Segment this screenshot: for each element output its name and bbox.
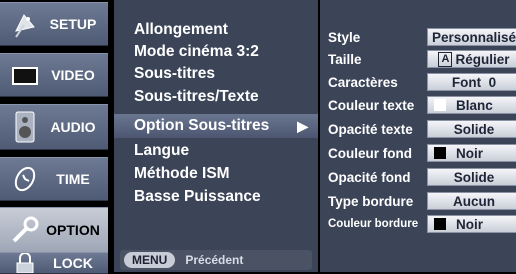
- wrench-icon: [8, 213, 42, 247]
- option-label: Type bordure: [328, 193, 414, 209]
- size-value-box[interactable]: A Régulier: [427, 50, 516, 68]
- option-label: Couleur bordure: [328, 218, 419, 230]
- speaker-icon: [8, 110, 42, 144]
- option-label: Couleur fond: [328, 145, 412, 161]
- sidebar-item-video[interactable]: VIDEO: [0, 53, 108, 97]
- text-color-value-box[interactable]: Blanc: [427, 96, 516, 114]
- clock-icon: [8, 162, 42, 196]
- sidebar: SETUP VIDEO AUDIO TIME OPTION LOCK: [0, 0, 112, 274]
- menu-item-label: Option Sous-titres: [134, 117, 270, 134]
- color-swatch: [434, 99, 446, 111]
- subtitle-options-panel: Style Personnalisé Taille A Régulier Car…: [320, 0, 516, 272]
- option-label: Style: [328, 29, 361, 45]
- sidebar-item-label: TIME: [56, 171, 90, 187]
- background-opacity-value-box[interactable]: Solide: [427, 168, 516, 186]
- border-color-value-box[interactable]: Noir: [427, 215, 516, 233]
- option-menu-panel: Allongement Mode cinéma 3:2 Sous-titres …: [114, 0, 318, 272]
- sidebar-item-lock[interactable]: LOCK: [0, 252, 108, 274]
- menu-button[interactable]: MENU: [124, 252, 176, 268]
- option-label: Couleur texte: [328, 97, 415, 113]
- sidebar-item-label: LOCK: [53, 255, 93, 271]
- border-color-value: Noir: [456, 216, 483, 232]
- text-color-value: Blanc: [456, 97, 493, 113]
- option-row-couleur-texte: Couleur texte Blanc: [320, 94, 516, 116]
- satellite-dish-icon: [8, 7, 42, 41]
- option-label: Taille: [328, 51, 362, 67]
- option-row-opacite-texte: Opacité texte Solide: [320, 118, 516, 140]
- tv-screen-icon: [8, 58, 42, 92]
- sidebar-item-label: SETUP: [49, 16, 97, 32]
- sidebar-item-time[interactable]: TIME: [0, 157, 108, 201]
- option-row-opacite-fond: Opacité fond Solide: [320, 166, 516, 188]
- sidebar-item-label: VIDEO: [51, 67, 95, 83]
- menu-item-methode-ism[interactable]: Méthode ISM: [114, 162, 318, 186]
- text-size-icon: A: [438, 51, 453, 67]
- footer-hint: MENU Précédent: [120, 250, 312, 270]
- menu-item-allongement[interactable]: Allongement: [114, 18, 318, 42]
- option-row-taille: Taille A Régulier: [320, 48, 516, 70]
- size-value: Régulier: [455, 51, 510, 67]
- border-type-value-box[interactable]: Aucun: [427, 192, 516, 210]
- option-label: Caractères: [328, 74, 398, 90]
- background-color-value-box[interactable]: Noir: [427, 144, 516, 162]
- menu-item-mode-cinema[interactable]: Mode cinéma 3:2: [114, 40, 318, 64]
- option-row-couleur-bordure: Couleur bordure Noir: [320, 213, 516, 235]
- sidebar-item-option[interactable]: OPTION: [0, 207, 108, 253]
- option-label: Opacité texte: [328, 121, 413, 137]
- menu-item-basse-puissance[interactable]: Basse Puissance: [114, 185, 318, 209]
- padlock-icon: [8, 253, 42, 273]
- option-row-caracteres: Caractères Font 0: [320, 71, 516, 93]
- color-swatch: [434, 147, 446, 159]
- option-row-couleur-fond: Couleur fond Noir: [320, 142, 516, 164]
- menu-item-langue[interactable]: Langue: [114, 139, 318, 163]
- option-label: Opacité fond: [328, 169, 411, 185]
- color-swatch: [434, 218, 446, 230]
- back-hint-label: Précédent: [185, 253, 244, 267]
- style-value-box[interactable]: Personnalisé: [427, 28, 516, 46]
- menu-item-sous-titres-texte[interactable]: Sous-titres/Texte: [114, 85, 318, 109]
- sidebar-item-audio[interactable]: AUDIO: [0, 104, 108, 150]
- sidebar-item-label: AUDIO: [50, 119, 96, 135]
- option-row-style: Style Personnalisé: [320, 26, 516, 48]
- text-opacity-value-box[interactable]: Solide: [427, 120, 516, 138]
- menu-item-sous-titres[interactable]: Sous-titres: [114, 62, 318, 86]
- sidebar-item-setup[interactable]: SETUP: [0, 2, 108, 46]
- chevron-right-icon: ▶: [297, 118, 308, 134]
- background-color-value: Noir: [456, 145, 483, 161]
- menu-item-option-sous-titres[interactable]: Option Sous-titres ▶: [114, 114, 318, 138]
- option-row-type-bordure: Type bordure Aucun: [320, 190, 516, 212]
- font-value-box[interactable]: Font 0: [427, 73, 516, 91]
- sidebar-item-label: OPTION: [46, 222, 100, 238]
